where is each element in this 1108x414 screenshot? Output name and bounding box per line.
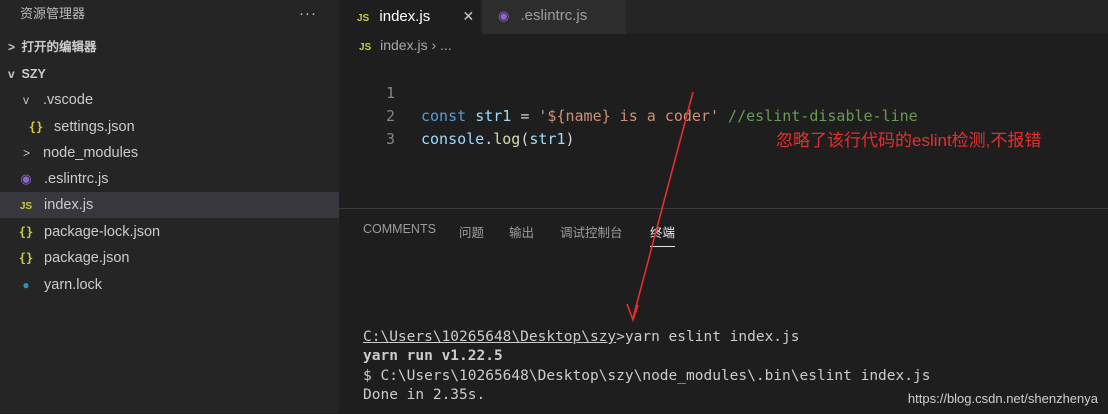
chevron-down-icon: v bbox=[23, 93, 29, 107]
code-line: 2 console.log(str1) bbox=[339, 82, 575, 148]
chevron-down-icon: v bbox=[8, 67, 15, 81]
tab-label: index.js bbox=[379, 8, 431, 25]
open-editors-section[interactable]: > 打开的编辑器 bbox=[0, 34, 347, 60]
tree-item-vscode-folder[interactable]: v .vscode bbox=[0, 87, 362, 113]
code-line: 1 const str1 = '${name} is a coder' //es… bbox=[339, 59, 918, 125]
tree-item-label: package-lock.json bbox=[44, 224, 161, 240]
tree-item-settings-json[interactable]: {} settings.json bbox=[0, 114, 367, 140]
yarn-icon: ● bbox=[22, 278, 30, 292]
tree-item-label: package.json bbox=[44, 250, 130, 266]
more-actions-icon[interactable]: ··· bbox=[299, 0, 317, 27]
tree-item-label: .vscode bbox=[43, 92, 94, 108]
js-icon: JS bbox=[359, 42, 372, 53]
json-icon: {} bbox=[18, 251, 34, 265]
breadcrumb[interactable]: JS index.js › ... bbox=[359, 37, 452, 53]
eslint-icon: ◉ bbox=[20, 171, 32, 186]
chevron-right-icon: > bbox=[23, 146, 31, 160]
line-number: 3 bbox=[385, 130, 395, 148]
json-icon: {} bbox=[28, 120, 44, 134]
tree-item-yarn-lock[interactable]: ● yarn.lock bbox=[0, 272, 357, 298]
tab-label: .eslintrc.js bbox=[520, 7, 588, 24]
tab-index-js[interactable]: JS index.js ✕ bbox=[339, 0, 481, 34]
tree-item-package-lock[interactable]: {} package-lock.json bbox=[0, 219, 357, 245]
tree-item-label: yarn.lock bbox=[44, 277, 103, 293]
project-section[interactable]: v SZY bbox=[0, 61, 347, 87]
js-icon: JS bbox=[19, 201, 33, 212]
chevron-right-icon: > bbox=[8, 40, 16, 54]
editor-area: JS index.js ✕ ◉ .eslintrc.js JS index.js… bbox=[339, 0, 1108, 414]
terminal-line: yarn run v1.22.5 bbox=[363, 348, 503, 364]
breadcrumb-file: index.js bbox=[380, 37, 428, 53]
terminal-line: Done in 2.35s. bbox=[363, 387, 486, 403]
explorer-title: 资源管理器 ··· bbox=[0, 0, 339, 27]
tree-item-node-modules-folder[interactable]: > node_modules bbox=[0, 140, 362, 166]
terminal-line: $ C:\Users\10265648\Desktop\szy\node_mod… bbox=[363, 368, 931, 384]
explorer-title-label: 资源管理器 bbox=[20, 6, 86, 21]
open-editors-label: 打开的编辑器 bbox=[21, 40, 97, 54]
tab-terminal[interactable]: 终端 bbox=[650, 222, 676, 247]
project-label: SZY bbox=[21, 67, 46, 81]
close-icon[interactable]: ✕ bbox=[462, 8, 474, 24]
tree-item-label: index.js bbox=[44, 197, 94, 213]
watermark: https://blog.csdn.net/shenzhenya bbox=[907, 391, 1098, 406]
explorer-sidebar: 资源管理器 ··· > 打开的编辑器 v SZY v .vscode {} se… bbox=[0, 0, 357, 413]
tab-eslintrc[interactable]: ◉ .eslintrc.js bbox=[482, 0, 626, 34]
json-icon: {} bbox=[18, 225, 34, 239]
tree-item-label: node_modules bbox=[43, 145, 139, 161]
code-text: console.log(str1) bbox=[421, 130, 575, 148]
code-text: const str1 = '${name} is a coder' //esli… bbox=[421, 107, 918, 125]
js-icon: JS bbox=[357, 13, 370, 24]
tree-item-package-json[interactable]: {} package.json bbox=[0, 245, 357, 271]
tree-item-label: settings.json bbox=[54, 119, 135, 135]
editor-tabs: JS index.js ✕ ◉ .eslintrc.js bbox=[339, 0, 1108, 34]
bottom-panel: COMMENTS 问题 输出 调试控制台 终端 C:\Users\1026564… bbox=[339, 208, 1108, 414]
code-line: 3 bbox=[339, 105, 395, 148]
tab-output[interactable]: 输出 bbox=[509, 222, 534, 241]
tree-item-eslintrc[interactable]: ◉ .eslintrc.js bbox=[0, 166, 357, 192]
eslint-icon: ◉ bbox=[498, 8, 510, 23]
tree-item-label: .eslintrc.js bbox=[44, 171, 109, 187]
tab-problems[interactable]: 问题 bbox=[459, 222, 484, 241]
annotation-text: 忽略了该行代码的eslint检测,不报错 bbox=[776, 131, 1042, 150]
tab-debug-console[interactable]: 调试控制台 bbox=[560, 222, 623, 241]
terminal-line: C:\Users\10265648\Desktop\szy>yarn eslin… bbox=[363, 329, 800, 345]
tree-item-index-js[interactable]: JS index.js bbox=[0, 192, 357, 218]
breadcrumb-sep: › ... bbox=[431, 37, 452, 53]
tab-comments[interactable]: COMMENTS bbox=[363, 222, 436, 236]
